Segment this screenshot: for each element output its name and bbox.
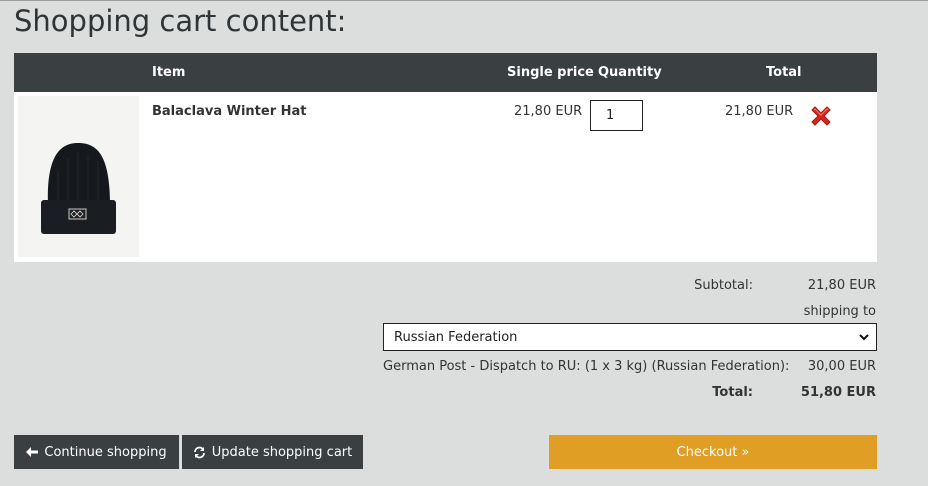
- total-value: 51,80 EUR: [800, 385, 876, 400]
- cart-table: Item Single price Quantity Total Balacla…: [14, 53, 877, 262]
- product-name[interactable]: Balaclava Winter Hat: [152, 104, 307, 119]
- shipping-to-label: shipping to: [803, 304, 876, 319]
- checkout-button[interactable]: Checkout »: [549, 435, 877, 469]
- continue-shopping-label: Continue shopping: [44, 444, 167, 460]
- continue-shopping-button[interactable]: Continue shopping: [14, 435, 179, 469]
- country-select[interactable]: Russian Federation: [383, 323, 877, 351]
- refresh-icon: [193, 446, 205, 458]
- shipping-method-label: German Post - Dispatch to RU: (1 x 3 kg)…: [383, 359, 790, 374]
- table-row: Balaclava Winter Hat 21,80 EUR 21,80 EUR: [14, 92, 877, 262]
- product-image[interactable]: [18, 96, 139, 257]
- checkout-label: Checkout »: [676, 444, 750, 460]
- arrow-left-icon: [26, 447, 39, 457]
- update-cart-button[interactable]: Update shopping cart: [182, 435, 363, 469]
- subtotal-value: 21,80 EUR: [807, 278, 876, 293]
- line-total: 21,80 EUR: [725, 104, 794, 119]
- quantity-input[interactable]: [590, 100, 643, 131]
- page-title: Shopping cart content:: [14, 4, 347, 38]
- chevron-down-icon: [858, 331, 870, 347]
- shipping-cost: 30,00 EUR: [807, 359, 876, 374]
- subtotal-label: Subtotal:: [694, 278, 753, 293]
- update-cart-label: Update shopping cart: [211, 444, 353, 460]
- country-select-value: Russian Federation: [394, 330, 518, 345]
- single-price: 21,80 EUR: [514, 104, 583, 119]
- header-total: Total: [766, 65, 802, 80]
- table-header: Item Single price Quantity Total: [14, 53, 877, 92]
- total-label: Total:: [712, 385, 753, 400]
- header-quantity: Quantity: [598, 65, 662, 80]
- header-single-price: Single price: [507, 65, 594, 80]
- remove-item-button[interactable]: [808, 103, 834, 129]
- remove-x-icon: [811, 106, 831, 126]
- top-border: [0, 0, 928, 1]
- header-item: Item: [152, 65, 186, 80]
